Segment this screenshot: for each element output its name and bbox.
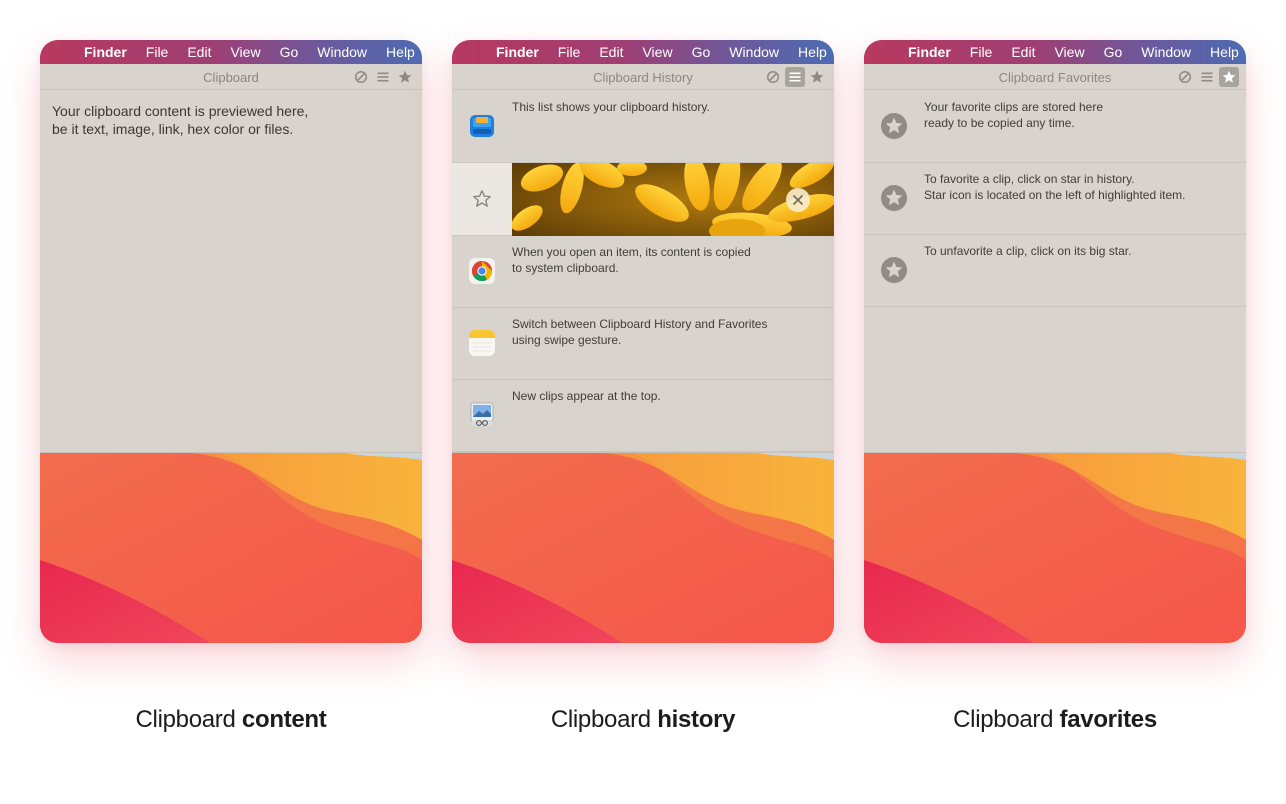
menu-go[interactable]: Go [1104, 44, 1123, 60]
list-icon [1201, 72, 1213, 82]
clear-button[interactable] [763, 67, 783, 87]
history-list: This list shows your clipboard history. [452, 91, 834, 452]
chrome-icon [469, 258, 495, 284]
caption-clipboard-content: Clipboard content [40, 706, 422, 734]
remove-clip-button[interactable] [786, 188, 810, 212]
history-item[interactable]: When you open an item, its content is co… [452, 236, 834, 308]
big-star-icon[interactable] [880, 256, 908, 284]
notes-icon [469, 330, 495, 356]
favorites-button[interactable] [1219, 67, 1239, 87]
history-item-text: New clips appear at the top. [512, 389, 661, 403]
history-item[interactable]: This list shows your clipboard history. [452, 91, 834, 163]
menu-finder[interactable]: Finder [84, 44, 127, 60]
menu-go[interactable]: Go [280, 44, 299, 60]
preview-icon [470, 402, 494, 426]
favorite-item[interactable]: To unfavorite a clip, click on its big s… [864, 235, 1246, 307]
menu-help[interactable]: Help [386, 44, 415, 60]
history-item[interactable]: Switch between Clipboard History and Fav… [452, 308, 834, 380]
menu-help[interactable]: Help [1210, 44, 1239, 60]
close-icon [792, 194, 804, 206]
clipboard-window: Clipboard Your clipboard content is prev… [40, 64, 422, 453]
big-star-icon[interactable] [880, 112, 908, 140]
history-button[interactable] [785, 67, 805, 87]
list-icon [377, 72, 389, 82]
prohibit-icon [354, 70, 368, 84]
menu-edit[interactable]: Edit [187, 44, 211, 60]
prohibit-icon [1178, 70, 1192, 84]
menu-bar: Finder File Edit View Go Window Help [452, 40, 834, 64]
menu-edit[interactable]: Edit [599, 44, 623, 60]
caption-bold: favorites [1059, 706, 1158, 733]
caption-clipboard-history: Clipboard history [452, 706, 834, 734]
menu-view[interactable]: View [642, 44, 672, 60]
clipboard-content-panel: Finder File Edit View Go Window Help Cli… [40, 40, 422, 643]
menu-edit[interactable]: Edit [1011, 44, 1035, 60]
window-titlebar: Clipboard Favorites [864, 64, 1246, 90]
favorite-item-text: To favorite a clip, click on star in his… [924, 172, 1186, 202]
menu-finder[interactable]: Finder [908, 44, 951, 60]
clipboard-window: Clipboard Favorites Your favorite clips … [864, 64, 1246, 453]
menu-view[interactable]: View [230, 44, 260, 60]
clipboard-favorites-panel: Finder File Edit View Go Window Help Cli… [864, 40, 1246, 643]
finder-disk-icon [470, 115, 494, 137]
window-titlebar: Clipboard History [452, 64, 834, 90]
menu-window[interactable]: Window [317, 44, 367, 60]
clipboard-window: Clipboard History This list shows your c… [452, 64, 834, 453]
favorites-button[interactable] [395, 67, 415, 87]
menu-file[interactable]: File [146, 44, 169, 60]
caption-clipboard-favorites: Clipboard favorites [864, 706, 1246, 734]
prohibit-icon [766, 70, 780, 84]
clipboard-preview-text: Your clipboard content is previewed here… [52, 103, 309, 137]
menu-file[interactable]: File [558, 44, 581, 60]
star-icon [1222, 70, 1236, 83]
menu-file[interactable]: File [970, 44, 993, 60]
clipboard-history-panel: Finder File Edit View Go Window Help Cli… [452, 40, 834, 643]
history-item-highlighted[interactable] [452, 163, 834, 236]
menu-view[interactable]: View [1054, 44, 1084, 60]
menu-window[interactable]: Window [1141, 44, 1191, 60]
history-item-text: When you open an item, its content is co… [512, 245, 751, 275]
favorite-item-text: To unfavorite a clip, click on its big s… [924, 244, 1132, 258]
favorites-list: Your favorite clips are stored here read… [864, 91, 1246, 307]
caption-bold: content [241, 706, 327, 733]
clear-button[interactable] [351, 67, 371, 87]
favorite-item-text: Your favorite clips are stored here read… [924, 100, 1103, 130]
history-item-text: Switch between Clipboard History and Fav… [512, 317, 768, 347]
clear-button[interactable] [1175, 67, 1195, 87]
caption-regular: Clipboard [135, 706, 242, 733]
caption-regular: Clipboard [550, 706, 658, 733]
menu-help[interactable]: Help [798, 44, 827, 60]
caption-regular: Clipboard [953, 706, 1060, 733]
history-button[interactable] [373, 67, 393, 87]
menu-window[interactable]: Window [729, 44, 779, 60]
favorite-item[interactable]: Your favorite clips are stored here read… [864, 91, 1246, 163]
favorites-button[interactable] [807, 67, 827, 87]
caption-bold: history [657, 706, 736, 733]
favorite-item[interactable]: To favorite a clip, click on star in his… [864, 163, 1246, 235]
star-icon [810, 70, 824, 83]
history-button[interactable] [1197, 67, 1217, 87]
big-star-icon[interactable] [880, 184, 908, 212]
list-icon [789, 72, 801, 82]
window-titlebar: Clipboard [40, 64, 422, 90]
menu-finder[interactable]: Finder [496, 44, 539, 60]
star-outline-icon[interactable] [472, 189, 492, 209]
history-item-text: This list shows your clipboard history. [512, 100, 710, 114]
menu-bar: Finder File Edit View Go Window Help [864, 40, 1246, 64]
menu-go[interactable]: Go [692, 44, 711, 60]
menu-bar: Finder File Edit View Go Window Help [40, 40, 422, 64]
star-icon [398, 70, 412, 83]
history-item[interactable]: New clips appear at the top. [452, 380, 834, 452]
